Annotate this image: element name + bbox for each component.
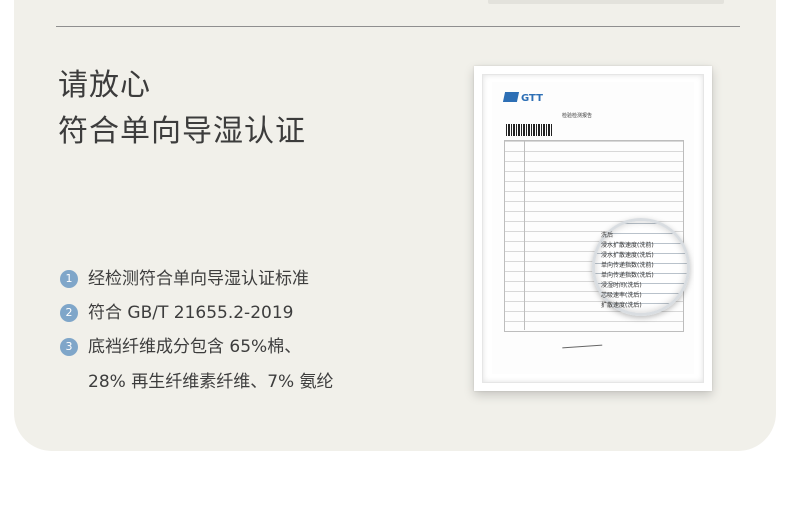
headline-line-1: 请放心	[58, 68, 151, 103]
certificate-table-column	[504, 140, 525, 330]
gtt-logo-text: GTT	[521, 93, 543, 104]
magnified-row: 洗后	[601, 232, 614, 239]
feature-2: 2 符合 GB/T 21655.2-2019	[60, 302, 293, 324]
magnified-rows: 洗后 浸水扩散速度(洗前) 浸水扩散速度(洗后) 单向传递指数(洗前) 单向传递…	[601, 231, 654, 311]
feature-text-3-line-2: 28% 再生纤维素纤维、7% 氨纶	[88, 372, 334, 392]
feature-text-3: 底裆纤维成分包含 65%棉、	[88, 337, 302, 357]
signature-icon	[561, 336, 603, 349]
magnified-row: 浸水扩散速度(洗后)	[601, 252, 654, 259]
magnified-row: 浸湿时间(洗后)	[601, 282, 642, 289]
magnifier-lens: 洗后 浸水扩散速度(洗前) 浸水扩散速度(洗后) 单向传递指数(洗前) 单向传递…	[592, 218, 690, 316]
magnified-row: 单向传递指数(洗前)	[601, 262, 654, 269]
feature-1: 1 经检测符合单向导湿认证标准	[60, 268, 309, 290]
feature-number-2: 2	[60, 304, 78, 322]
feature-3: 3 底裆纤维成分包含 65%棉、	[60, 336, 301, 358]
magnified-row: 扩散速度(洗后)	[601, 302, 642, 309]
feature-text-1: 经检测符合单向导湿认证标准	[88, 269, 309, 289]
headline-line-2: 符合单向导湿认证	[58, 114, 306, 149]
feature-text-2: 符合 GB/T 21655.2-2019	[88, 303, 294, 323]
magnified-row: 芯吸速率(洗后)	[601, 292, 642, 299]
top-strip	[488, 0, 724, 4]
feature-number-1: 1	[60, 270, 78, 288]
gtt-logo-icon	[502, 92, 520, 102]
certificate-document: GTT 检验检测报告 洗后 浸水扩散速度(洗前) 浸水扩散速度(洗后) 单向传递…	[492, 82, 694, 374]
gtt-logo: GTT	[502, 92, 543, 104]
divider	[56, 26, 740, 27]
feature-number-3: 3	[60, 338, 78, 356]
magnified-row: 浸水扩散速度(洗前)	[601, 242, 654, 249]
barcode-icon	[506, 124, 552, 136]
certificate-title: 检验检测报告	[562, 113, 593, 119]
certificate-frame: GTT 检验检测报告 洗后 浸水扩散速度(洗前) 浸水扩散速度(洗后) 单向传递…	[474, 66, 712, 391]
magnified-row: 单向传递指数(洗后)	[601, 272, 654, 279]
